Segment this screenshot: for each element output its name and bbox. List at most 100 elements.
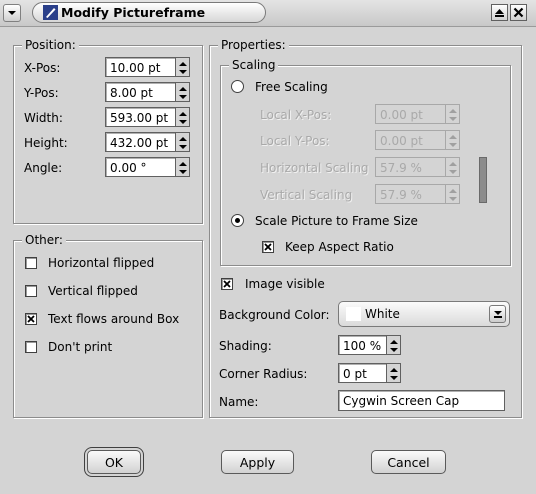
width-value: 593.00 pt xyxy=(110,111,169,125)
local-x-pos-spinbox[interactable]: 0.00 pt xyxy=(375,104,460,124)
local-y-pos-value: 0.00 pt xyxy=(380,134,423,148)
local-y-pos-spin-arrows[interactable] xyxy=(445,130,460,150)
y-pos-value: 8.00 pt xyxy=(110,86,153,100)
arrow-down-icon xyxy=(179,145,187,149)
local-y-pos-label: Local Y-Pos: xyxy=(260,134,330,148)
shading-spin-arrows[interactable] xyxy=(386,335,401,355)
cancel-button[interactable]: Cancel xyxy=(371,450,446,474)
vertical-scaling-value: 57.9 % xyxy=(380,188,422,202)
keep-aspect-ratio-label: Keep Aspect Ratio xyxy=(285,240,394,254)
keep-aspect-ratio-checkbox[interactable] xyxy=(262,241,274,253)
arrow-up-icon xyxy=(179,87,187,91)
arrow-down-icon xyxy=(449,197,457,201)
shade-button[interactable] xyxy=(491,4,508,21)
vertical-flipped-checkbox[interactable] xyxy=(25,285,37,297)
window-title: Modify Pictureframe xyxy=(61,5,206,20)
title-pill: Modify Pictureframe xyxy=(32,2,266,23)
vertical-scaling-spin-arrows[interactable] xyxy=(445,184,460,204)
apply-button[interactable]: Apply xyxy=(221,450,294,474)
horizontal-flipped-label: Horizontal flipped xyxy=(48,256,155,270)
checkmark-x-icon xyxy=(27,315,35,323)
horizontal-scaling-spin-arrows[interactable] xyxy=(445,157,460,177)
height-label: Height: xyxy=(24,136,68,150)
arrow-up-icon xyxy=(179,162,187,166)
height-spinbox[interactable]: 432.00 pt xyxy=(105,132,190,152)
shading-spinbox[interactable]: 100 % xyxy=(338,335,401,355)
y-pos-label: Y-Pos: xyxy=(24,86,59,100)
background-color-select[interactable]: White xyxy=(338,301,510,327)
dont-print-label: Don't print xyxy=(48,340,113,354)
text-flows-around-box-checkbox[interactable] xyxy=(25,313,37,325)
horizontal-flipped-checkbox[interactable] xyxy=(25,257,37,269)
arrow-down-icon xyxy=(390,376,398,380)
arrow-down-icon xyxy=(179,170,187,174)
shading-value: 100 % xyxy=(343,339,382,353)
x-pos-label: X-Pos: xyxy=(24,61,61,75)
scaling-group-label: Scaling xyxy=(229,58,279,72)
angle-spin-arrows[interactable] xyxy=(175,157,190,177)
image-visible-label: Image visible xyxy=(245,277,325,291)
height-spin-arrows[interactable] xyxy=(175,132,190,152)
app-icon xyxy=(43,5,58,20)
free-scaling-label: Free Scaling xyxy=(255,80,328,94)
other-group-label: Other: xyxy=(22,233,66,247)
local-y-pos-spinbox[interactable]: 0.00 pt xyxy=(375,130,460,150)
x-pos-spinbox[interactable]: 10.00 pt xyxy=(105,57,190,77)
arrow-down-icon xyxy=(179,70,187,74)
local-x-pos-value: 0.00 pt xyxy=(380,108,423,122)
arrow-down-icon xyxy=(449,143,457,147)
arrow-up-icon xyxy=(449,189,457,193)
y-pos-spinbox[interactable]: 8.00 pt xyxy=(105,82,190,102)
arrow-up-icon xyxy=(449,135,457,139)
chevron-down-icon xyxy=(494,311,502,318)
background-color-label: Background Color: xyxy=(219,308,330,322)
checkmark-x-icon xyxy=(223,280,231,288)
x-pos-spin-arrows[interactable] xyxy=(175,57,190,77)
corner-radius-spinbox[interactable]: 0 pt xyxy=(338,363,401,383)
arrow-up-icon xyxy=(390,368,398,372)
position-group-label: Position: xyxy=(22,38,79,52)
image-visible-checkbox[interactable] xyxy=(221,278,233,290)
scale-to-frame-radio[interactable] xyxy=(231,214,244,227)
y-pos-spin-arrows[interactable] xyxy=(175,82,190,102)
dont-print-checkbox[interactable] xyxy=(25,341,37,353)
horizontal-scaling-value: 57.9 % xyxy=(380,161,422,175)
corner-radius-label: Corner Radius: xyxy=(219,367,308,381)
chevron-down-icon xyxy=(8,11,16,15)
local-x-pos-spin-arrows[interactable] xyxy=(445,104,460,124)
background-color-dropdown-button[interactable] xyxy=(489,305,506,323)
arrow-down-icon xyxy=(449,117,457,121)
angle-label: Angle: xyxy=(24,161,63,175)
title-bar: Modify Pictureframe xyxy=(0,0,536,27)
scale-to-frame-label: Scale Picture to Frame Size xyxy=(255,214,418,228)
aspect-link-bar xyxy=(479,157,487,203)
arrow-down-icon xyxy=(449,170,457,174)
name-input[interactable]: Cygwin Screen Cap xyxy=(338,390,505,411)
arrow-up-icon xyxy=(179,62,187,66)
corner-radius-spin-arrows[interactable] xyxy=(386,363,401,383)
name-label: Name: xyxy=(219,395,259,409)
arrow-down-icon xyxy=(390,348,398,352)
width-label: Width: xyxy=(24,111,63,125)
text-flows-around-box-label: Text flows around Box xyxy=(48,312,180,326)
angle-value: 0.00 ° xyxy=(110,161,147,175)
local-x-pos-label: Local X-Pos: xyxy=(260,108,332,122)
horizontal-scaling-label: Horizontal Scaling xyxy=(260,161,369,175)
arrow-up-icon xyxy=(179,137,187,141)
angle-spinbox[interactable]: 0.00 ° xyxy=(105,157,190,177)
vertical-scaling-spinbox[interactable]: 57.9 % xyxy=(375,184,460,204)
window-menu-button[interactable] xyxy=(3,4,21,22)
checkmark-x-icon xyxy=(264,243,272,251)
close-button[interactable] xyxy=(510,4,527,21)
ok-button[interactable]: OK xyxy=(84,447,144,477)
width-spinbox[interactable]: 593.00 pt xyxy=(105,107,190,127)
horizontal-scaling-spinbox[interactable]: 57.9 % xyxy=(375,157,460,177)
radio-dot-icon xyxy=(235,218,240,223)
width-spin-arrows[interactable] xyxy=(175,107,190,127)
free-scaling-radio[interactable] xyxy=(231,80,244,93)
color-swatch xyxy=(346,307,361,321)
arrow-down-icon xyxy=(179,120,187,124)
height-value: 432.00 pt xyxy=(110,136,169,150)
x-pos-value: 10.00 pt xyxy=(110,61,161,75)
background-color-value: White xyxy=(365,307,400,321)
